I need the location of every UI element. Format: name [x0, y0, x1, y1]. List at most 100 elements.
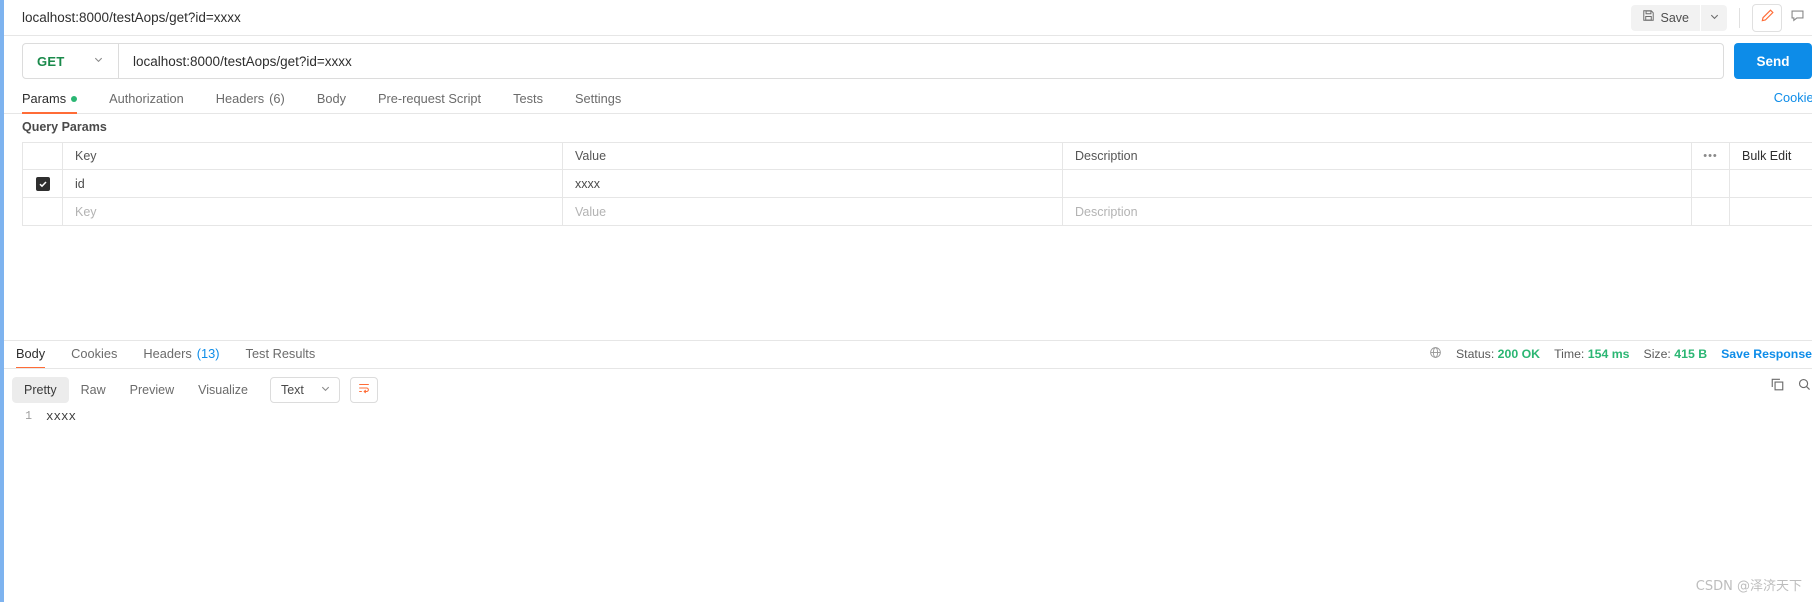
row-spacer-dots: [1692, 170, 1730, 197]
tab-settings[interactable]: Settings: [575, 91, 621, 113]
row-key[interactable]: id: [63, 170, 563, 197]
response-tab-test-results-label: Test Results: [245, 346, 316, 361]
view-mode-pretty[interactable]: Pretty: [12, 377, 69, 403]
watermark: CSDN @泽济天下: [1695, 579, 1802, 594]
pencil-icon: [1760, 8, 1775, 28]
code-line: 1 xxxx: [12, 410, 1812, 428]
request-section-tabs: Params Authorization Headers (6) Body Pr…: [4, 86, 1812, 114]
query-params-label: Query Params: [22, 120, 107, 134]
row-description[interactable]: [1063, 170, 1692, 197]
response-status-value: 200 OK: [1497, 347, 1541, 361]
table-row-placeholder[interactable]: Key Value Description: [23, 198, 1812, 226]
header-description: Description: [1063, 143, 1692, 169]
bulk-edit-label: Bulk Edit: [1742, 149, 1792, 163]
chevron-down-icon: [1709, 9, 1720, 27]
response-tab-headers[interactable]: Headers (13): [143, 346, 219, 368]
tab-tests-label: Tests: [513, 91, 543, 106]
response-body-toolbar: Pretty Raw Preview Visualize Text: [12, 377, 378, 403]
response-content-type-label: Text: [280, 383, 304, 397]
placeholder-spacer-dots: [1692, 198, 1730, 225]
tab-tests[interactable]: Tests: [513, 91, 543, 113]
save-button[interactable]: Save: [1630, 4, 1700, 31]
chevron-down-icon: [320, 383, 331, 397]
response-size-label: Size:: [1643, 347, 1671, 361]
active-request-tab-title[interactable]: localhost:8000/testAops/get?id=xxxx: [22, 10, 241, 25]
row-checkbox-cell: [23, 170, 63, 197]
view-mode-raw[interactable]: Raw: [69, 377, 118, 403]
params-indicator-dot: [71, 95, 78, 102]
save-response-button[interactable]: Save Response: [1721, 347, 1812, 361]
bulk-edit-button[interactable]: Bulk Edit: [1730, 143, 1812, 169]
tab-headers-count: (6): [269, 91, 285, 106]
response-tabs-underline: [4, 368, 1812, 369]
request-url-bar: GET Send: [4, 36, 1812, 86]
view-mode-preview[interactable]: Preview: [118, 377, 186, 403]
tab-pre-request-script-label: Pre-request Script: [377, 91, 482, 106]
row-spacer-bulk: [1730, 170, 1812, 197]
tab-authorization[interactable]: Authorization: [109, 91, 184, 113]
row-value[interactable]: xxxx: [563, 170, 1063, 197]
floppy-disk-icon: [1642, 9, 1655, 27]
response-body-code[interactable]: 1 xxxx: [12, 410, 1812, 602]
globe-icon[interactable]: [1429, 346, 1442, 362]
edit-request-button[interactable]: [1752, 3, 1782, 32]
tab-body[interactable]: Body: [317, 91, 346, 113]
response-tab-cookies[interactable]: Cookies: [71, 346, 117, 368]
tab-authorization-label: Authorization: [109, 91, 184, 106]
cookies-link[interactable]: Cookies: [1774, 90, 1812, 112]
response-view-mode-group: Pretty Raw Preview Visualize: [12, 377, 260, 403]
toolbar-divider: [1739, 7, 1740, 28]
placeholder-key[interactable]: Key: [63, 198, 563, 225]
tab-bar-actions: Save: [1630, 0, 1812, 35]
placeholder-spacer-bulk: [1730, 198, 1812, 225]
placeholder-description[interactable]: Description: [1063, 198, 1692, 225]
tab-pre-request-script[interactable]: Pre-request Script: [378, 91, 481, 113]
response-tab-cookies-label: Cookies: [71, 346, 118, 361]
word-wrap-icon: [357, 381, 371, 400]
table-row[interactable]: id xxxx: [23, 170, 1812, 198]
response-tab-body[interactable]: Body: [16, 346, 46, 369]
table-header-row: Key Value Description ••• Bulk Edit: [23, 143, 1812, 170]
tab-headers[interactable]: Headers (6): [216, 91, 285, 113]
header-key: Key: [63, 143, 563, 169]
response-content-type-select[interactable]: Text: [269, 377, 340, 403]
response-time-value: 154 ms: [1587, 347, 1630, 361]
comment-icon: [1790, 8, 1805, 28]
http-method-select[interactable]: GET: [23, 44, 119, 78]
placeholder-checkbox-cell: [23, 198, 63, 225]
response-size-value: 415 B: [1674, 347, 1708, 361]
more-options-icon: •••: [1703, 150, 1718, 162]
placeholder-value[interactable]: Value: [563, 198, 1063, 225]
view-mode-visualize[interactable]: Visualize: [186, 377, 260, 403]
method-and-url-group: GET: [22, 43, 1724, 79]
tab-params[interactable]: Params: [22, 91, 78, 114]
search-icon[interactable]: [1797, 377, 1812, 397]
tab-params-label: Params: [22, 91, 67, 106]
word-wrap-button[interactable]: [349, 377, 378, 403]
header-value: Value: [563, 143, 1063, 169]
line-number: 1: [25, 410, 32, 423]
query-params-table: Key Value Description ••• Bulk Edit id x…: [22, 142, 1812, 226]
response-size: Size: 415 B: [1644, 347, 1708, 361]
save-options-button[interactable]: [1701, 4, 1727, 31]
chevron-down-icon: [93, 52, 104, 70]
tab-settings-label: Settings: [574, 91, 622, 106]
save-button-label: Save: [1660, 10, 1690, 25]
row-enabled-checkbox[interactable]: [35, 176, 50, 191]
send-button[interactable]: Send: [1734, 43, 1812, 79]
response-tab-body-label: Body: [16, 346, 46, 361]
response-tab-headers-label: Headers: [143, 346, 192, 361]
tab-headers-label: Headers: [215, 91, 265, 106]
response-tab-headers-count: (13): [196, 346, 220, 361]
table-options-button[interactable]: •••: [1692, 143, 1730, 169]
response-time: Time: 154 ms: [1554, 347, 1629, 361]
request-url-input[interactable]: [119, 44, 1723, 78]
copy-icon[interactable]: [1770, 377, 1785, 397]
line-text: xxxx: [46, 410, 77, 424]
response-status-label: Status:: [1455, 347, 1495, 361]
tab-body-label: Body: [316, 91, 346, 106]
request-tab-bar: localhost:8000/testAops/get?id=xxxx Save: [4, 0, 1812, 36]
response-tab-test-results[interactable]: Test Results: [246, 346, 316, 368]
comment-button[interactable]: [1782, 4, 1812, 32]
response-status: Status: 200 OK: [1456, 347, 1540, 361]
